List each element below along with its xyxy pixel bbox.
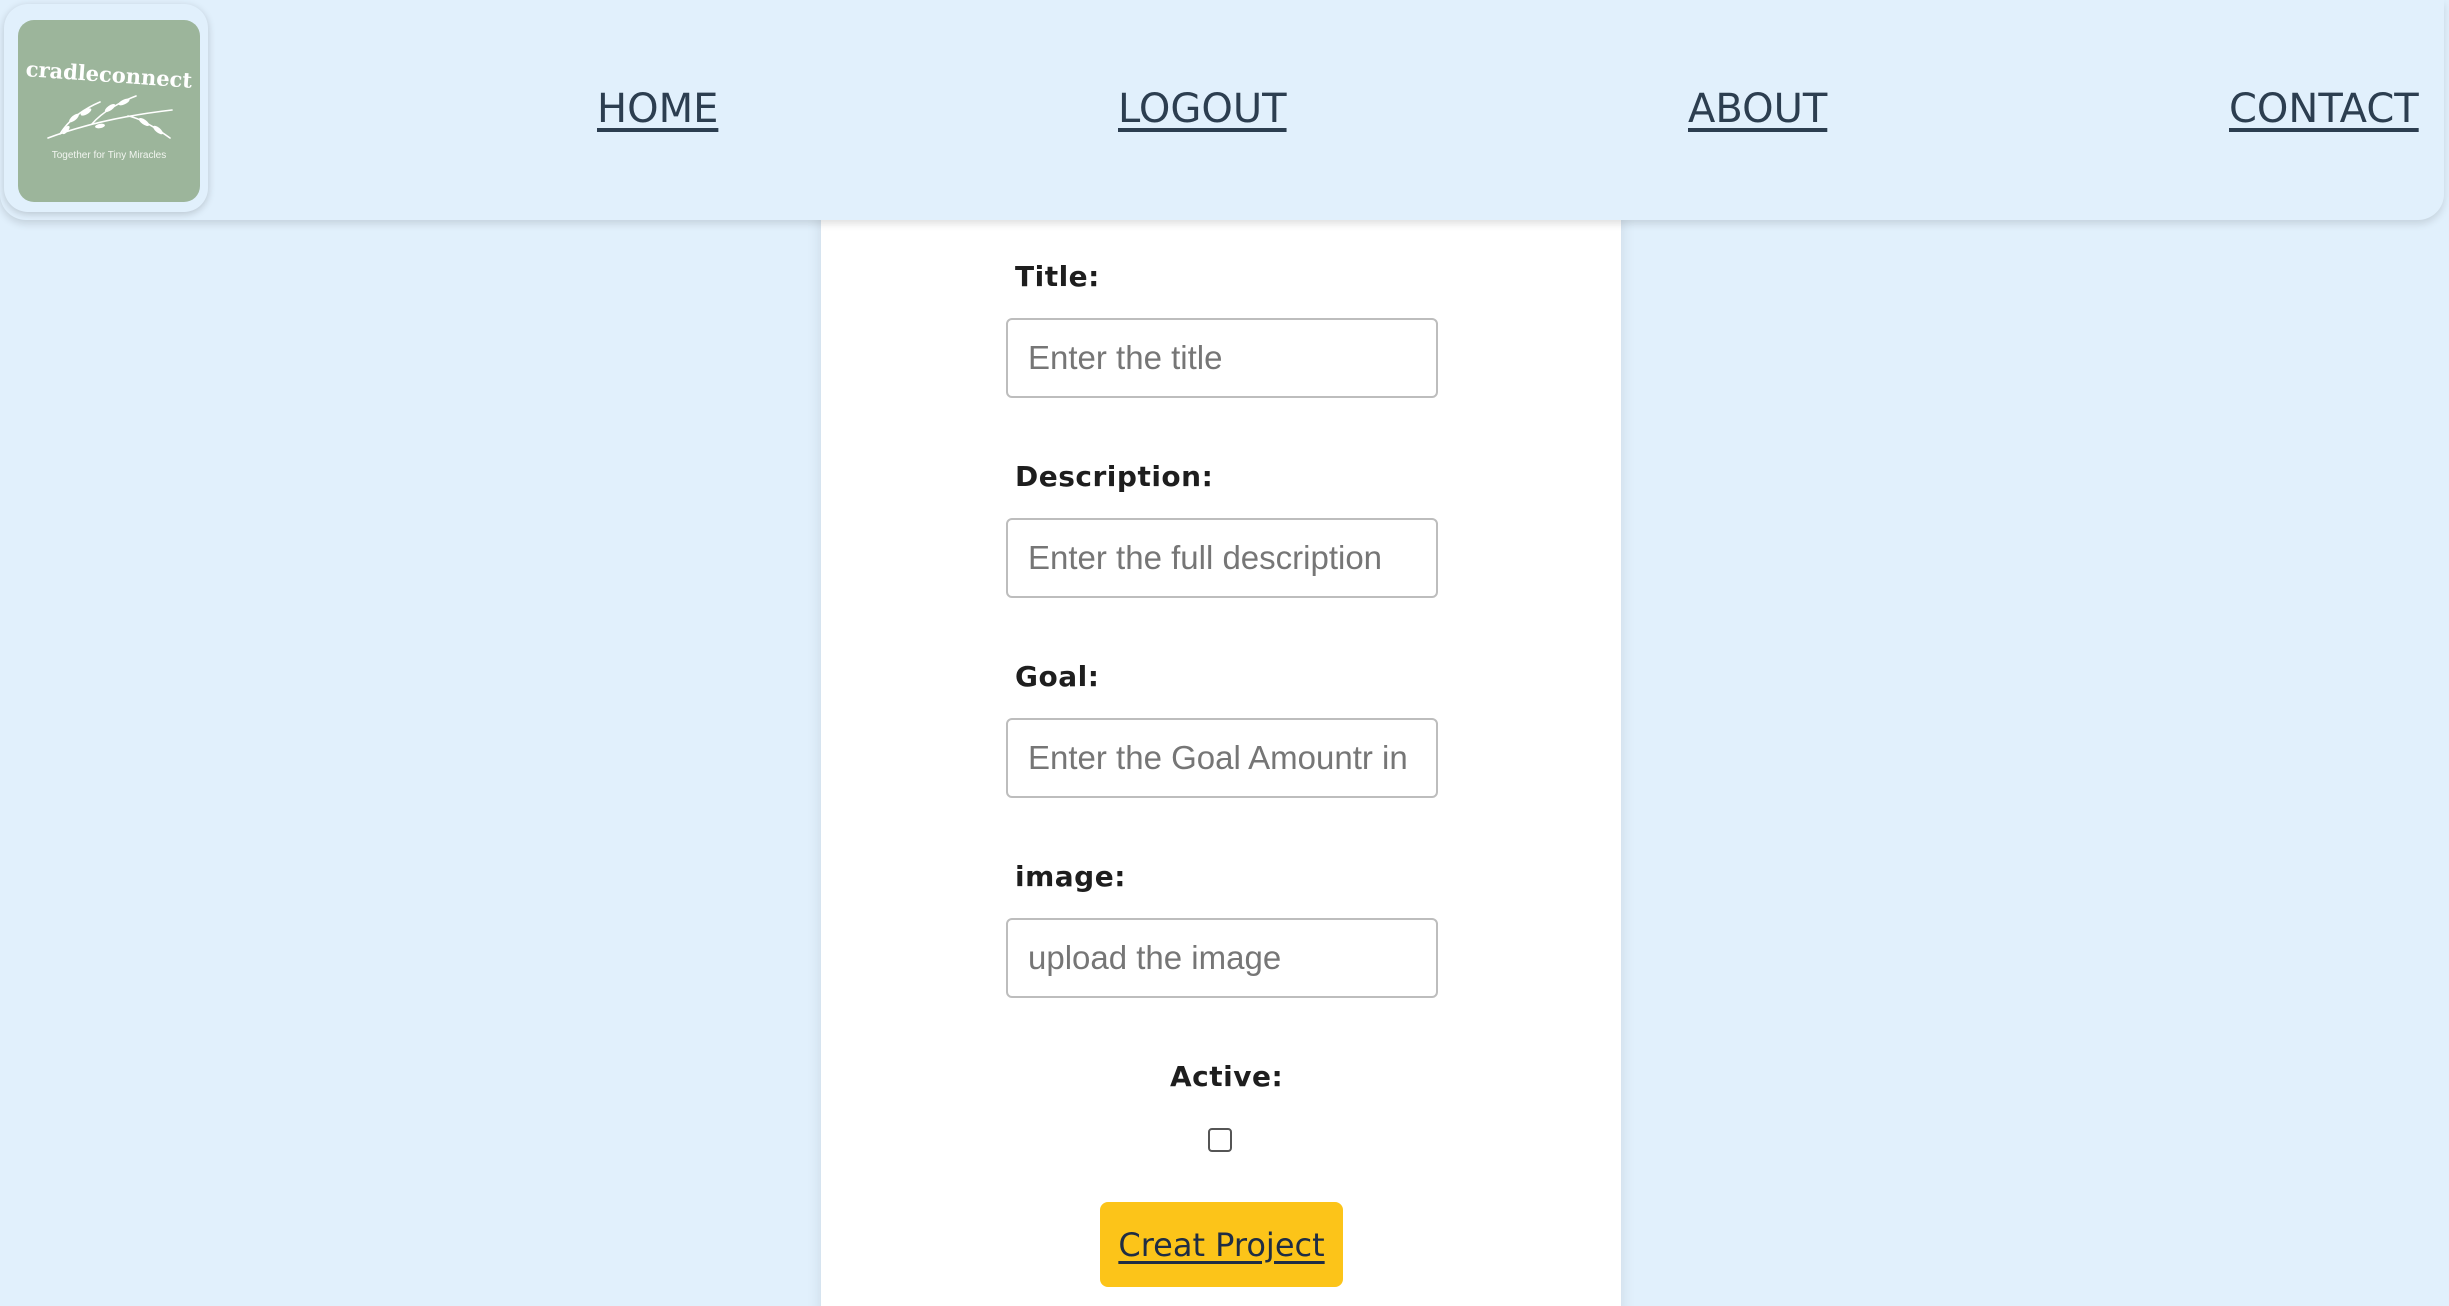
header: cradleconnect Together for Tiny Miracles…: [0, 0, 2444, 220]
logo-tagline: Together for Tiny Miracles: [51, 150, 167, 161]
leaf-branch-icon: [47, 95, 173, 139]
logo[interactable]: cradleconnect Together for Tiny Miracles: [4, 4, 208, 212]
nav-logout[interactable]: LOGOUT: [1118, 86, 1287, 132]
nav-contact[interactable]: CONTACT: [2229, 86, 2419, 132]
create-project-button[interactable]: Creat Project: [1100, 1202, 1343, 1287]
goal-input[interactable]: [1006, 718, 1438, 798]
nav-about[interactable]: ABOUT: [1688, 86, 1827, 132]
image-input[interactable]: [1006, 918, 1438, 998]
goal-label: Goal:: [1015, 660, 1100, 693]
page: Title: Description: Goal: image: Active:…: [0, 0, 2449, 1306]
title-label: Title:: [1015, 260, 1100, 293]
title-input[interactable]: [1006, 318, 1438, 398]
nav-home[interactable]: HOME: [597, 86, 718, 132]
logo-tile: cradleconnect Together for Tiny Miracles: [18, 20, 200, 202]
description-input[interactable]: [1006, 518, 1438, 598]
active-label: Active:: [1170, 1060, 1284, 1093]
image-label: image:: [1015, 860, 1126, 893]
description-label: Description:: [1015, 460, 1214, 493]
active-checkbox[interactable]: [1208, 1128, 1232, 1152]
